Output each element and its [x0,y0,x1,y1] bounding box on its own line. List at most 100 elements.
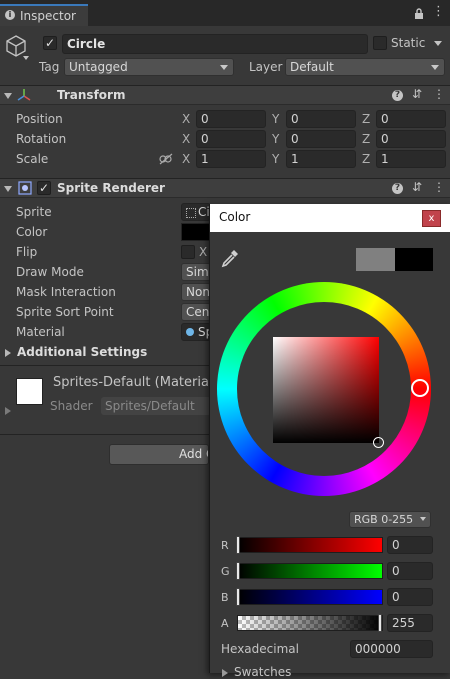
flip-x-checkbox[interactable] [181,245,195,259]
sprite-renderer-enabled-checkbox[interactable]: ✓ [37,181,51,195]
sprite-renderer-title: Sprite Renderer [57,181,165,195]
hue-handle[interactable] [411,379,429,397]
static-dropdown-icon[interactable] [434,41,442,46]
axis-x-label[interactable]: X [182,152,190,166]
tab-bar: i Inspector ⋮ [0,0,450,26]
color-picker-titlebar[interactable]: Color x [210,204,450,232]
b-label: B [221,591,229,604]
add-component-button[interactable]: Add C [109,444,209,465]
position-z-field[interactable]: 0 [376,110,446,128]
layer-dropdown[interactable]: Default [285,58,445,76]
material-name: Sprites-Default (Material) [53,375,218,390]
eyedropper-icon[interactable] [220,248,240,268]
r-slider[interactable] [237,537,383,553]
g-slider[interactable] [237,563,383,579]
material-label: Material [16,325,65,339]
scale-y-field[interactable]: 1 [286,150,356,168]
axis-z-label[interactable]: Z [362,112,370,126]
chevron-down-icon [220,65,228,70]
hexadecimal-label: Hexadecimal [221,642,299,656]
flip-label: Flip [16,245,38,259]
draw-mode-label: Draw Mode [16,265,84,279]
shader-label: Shader [50,399,93,413]
axis-x-label[interactable]: X [182,112,190,126]
r-label: R [221,539,229,552]
a-slider[interactable] [237,615,383,631]
axis-x-label[interactable]: X [182,132,190,146]
hexadecimal-field[interactable]: 000000 [350,640,433,658]
foldout-collapsed-icon[interactable] [5,407,11,415]
scale-x-field[interactable]: 1 [196,150,266,168]
mask-interaction-label: Mask Interaction [16,285,116,299]
g-slider-handle[interactable] [236,562,240,580]
sv-handle[interactable] [373,437,384,448]
static-checkbox[interactable] [373,36,387,50]
a-field[interactable]: 255 [387,614,433,632]
foldout-collapsed-icon[interactable] [222,669,228,677]
object-name-field[interactable]: Circle [62,34,368,54]
close-button[interactable]: x [422,210,441,227]
a-slider-handle[interactable] [378,614,382,632]
sprite-sort-point-label: Sprite Sort Point [16,305,114,319]
sprite-field[interactable]: Ci [181,203,211,221]
chevron-down-icon[interactable] [23,56,29,60]
help-icon[interactable]: ? [392,90,403,101]
transform-title: Transform [57,88,126,102]
presets-icon[interactable]: ⇵ [412,180,422,194]
axis-z-label[interactable]: Z [362,152,370,166]
b-slider-handle[interactable] [236,588,240,606]
draw-mode-dropdown[interactable]: Simp [181,263,211,281]
kebab-menu-icon[interactable]: ⋮ [433,87,445,101]
material-sphere-icon [186,328,194,336]
rotation-label: Rotation [16,132,67,146]
help-icon[interactable]: ? [392,183,403,194]
color-mode-dropdown[interactable]: RGB 0-255 [349,511,431,528]
presets-icon[interactable]: ⇵ [412,87,422,101]
active-checkbox[interactable]: ✓ [43,36,57,50]
rotation-x-field[interactable]: 0 [196,130,266,148]
color-mode-value: RGB 0-255 [354,513,414,526]
flip-x-label: X [199,245,208,259]
b-slider[interactable] [237,589,383,605]
kebab-menu-icon[interactable]: ⋮ [432,5,445,18]
rotation-y-field[interactable]: 0 [286,130,356,148]
additional-settings-label[interactable]: Additional Settings [17,345,147,359]
saturation-value-square[interactable] [273,337,379,443]
axis-y-label[interactable]: Y [272,152,279,166]
tab-inspector[interactable]: i Inspector [0,4,88,26]
sprite-sort-point-dropdown[interactable]: Cen [181,303,211,321]
tag-dropdown[interactable]: Untagged [64,58,234,76]
position-x-field[interactable]: 0 [196,110,266,128]
lock-icon[interactable] [414,8,424,20]
b-field[interactable]: 0 [387,588,433,606]
transform-header[interactable]: Transform ? ⇵ ⋮ [0,85,450,105]
foldout-collapsed-icon[interactable] [5,349,11,357]
material-field[interactable]: Sp [181,323,211,341]
axis-y-label[interactable]: Y [272,132,279,146]
layer-label: Layer [249,60,283,74]
color-picker-window: Color x RGB 0-255 R 0 G 0 B 0 A 255 Hexa… [209,204,450,679]
sprite-renderer-header[interactable]: ✓ Sprite Renderer ? ⇵ ⋮ [0,178,450,198]
sprite-asset-icon [186,208,196,218]
foldout-icon [4,93,12,99]
rotation-z-field[interactable]: 0 [376,130,446,148]
axis-z-label[interactable]: Z [362,132,370,146]
a-label: A [221,617,229,630]
transform-axis-icon [17,89,31,101]
position-y-field[interactable]: 0 [286,110,356,128]
tag-value: Untagged [69,60,128,74]
kebab-menu-icon[interactable]: ⋮ [433,180,445,194]
static-label: Static [391,36,426,50]
r-field[interactable]: 0 [387,536,433,554]
scale-z-field[interactable]: 1 [376,150,446,168]
axis-y-label[interactable]: Y [272,112,279,126]
position-label: Position [16,112,63,126]
swatches-label[interactable]: Swatches [234,665,291,679]
g-field[interactable]: 0 [387,562,433,580]
constrain-proportions-icon[interactable] [159,153,173,165]
previous-color-swatch[interactable] [356,248,395,271]
mask-interaction-dropdown[interactable]: None [181,283,211,301]
chevron-down-icon [420,517,426,521]
shader-dropdown[interactable]: Sprites/Default [101,397,211,415]
r-slider-handle[interactable] [236,536,240,554]
